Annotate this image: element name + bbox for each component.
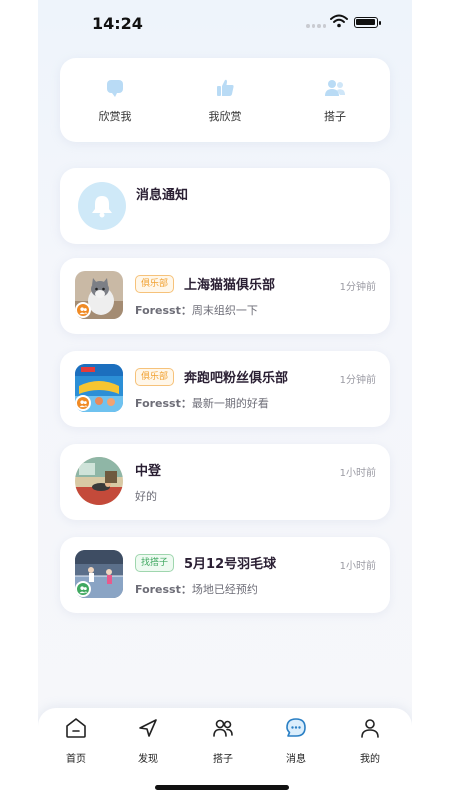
preview-text: 好的	[135, 490, 157, 503]
conversation-preview: Foresst：最新一期的好看	[135, 395, 269, 411]
action-partners[interactable]: 搭子	[280, 58, 390, 142]
profile-icon	[361, 719, 379, 738]
chat-bubble-icon	[107, 80, 123, 97]
thumbs-up-icon	[217, 79, 234, 96]
conversation-time: 1分钟前	[339, 282, 376, 293]
wifi-icon	[330, 14, 348, 28]
quick-actions-card: 欣赏我 我欣赏 搭子	[60, 58, 390, 142]
people-icon	[213, 719, 233, 737]
battery-icon	[354, 17, 381, 28]
tab-label: 搭子	[213, 754, 233, 765]
conversation-name: 中登	[135, 464, 162, 479]
conversation-preview: Foresst：周末组织一下	[135, 302, 258, 318]
tab-label: 首页	[66, 754, 86, 765]
conversation-name: 奔跑吧粉丝俱乐部	[184, 371, 289, 386]
message-icon	[286, 718, 306, 737]
conversation-item[interactable]: 俱乐部 奔跑吧粉丝俱乐部 1分钟前 Foresst：最新一期的好看	[60, 351, 390, 427]
user-avatar	[75, 457, 123, 505]
bell-icon	[92, 196, 112, 218]
tab-profile[interactable]: 我的	[340, 716, 400, 765]
conversation-item[interactable]: 找搭子 5月12号羽毛球 1小时前 Foresst：场地已经预约	[60, 537, 390, 613]
compass-icon	[139, 719, 157, 737]
preview-text: 最新一期的好看	[191, 397, 269, 410]
tab-label: 发现	[138, 754, 158, 765]
action-label: 搭子	[324, 110, 346, 123]
people-icon	[325, 80, 345, 96]
club-tag: 俱乐部	[135, 368, 175, 386]
tab-discover[interactable]: 发现	[118, 716, 178, 765]
notification-title: 消息通知	[136, 188, 189, 203]
group-badge-icon	[75, 302, 91, 318]
status-bar: 14:24	[38, 0, 412, 50]
group-badge-icon	[75, 395, 91, 411]
club-tag: 俱乐部	[135, 275, 175, 293]
preview-text: 周末组织一下	[191, 304, 258, 317]
group-badge-icon	[75, 581, 91, 597]
preview-sender: Foresst：	[135, 397, 192, 410]
conversation-preview: 好的	[135, 488, 157, 504]
status-time: 14:24	[92, 14, 143, 33]
action-label: 欣赏我	[98, 110, 132, 123]
conversation-time: 1小时前	[339, 468, 376, 479]
preview-sender: Foresst：	[135, 304, 192, 317]
home-icon	[66, 718, 86, 738]
home-indicator	[155, 785, 289, 790]
signal-dots-icon	[306, 24, 326, 28]
tab-partners[interactable]: 搭子	[193, 716, 253, 765]
conversation-time: 1小时前	[339, 561, 376, 572]
conversation-name: 5月12号羽毛球	[184, 557, 277, 572]
conversation-item[interactable]: 中登 1小时前 好的	[60, 444, 390, 520]
partner-tag: 找搭子	[135, 554, 175, 572]
preview-text: 场地已经预约	[191, 583, 258, 596]
action-label: 我欣赏	[208, 110, 242, 123]
notification-avatar	[78, 182, 126, 230]
tab-label: 我的	[360, 754, 380, 765]
tab-home[interactable]: 首页	[46, 716, 106, 765]
tab-label: 消息	[286, 754, 306, 765]
action-appreciate-me[interactable]: 欣赏我	[60, 58, 170, 142]
action-i-appreciate[interactable]: 我欣赏	[170, 58, 280, 142]
tab-messages[interactable]: 消息	[266, 716, 326, 765]
conversation-name: 上海猫猫俱乐部	[184, 278, 276, 293]
conversation-item[interactable]: 俱乐部 上海猫猫俱乐部 1分钟前 Foresst：周末组织一下	[60, 258, 390, 334]
conversation-preview: Foresst：场地已经预约	[135, 581, 258, 597]
conversation-time: 1分钟前	[339, 375, 376, 386]
phone-screen: 14:24 欣赏我 我欣赏 搭子 消息通知 俱乐部 上海猫猫俱乐部 1分钟前 F…	[38, 0, 412, 800]
preview-sender: Foresst：	[135, 583, 192, 596]
notification-card[interactable]: 消息通知	[60, 168, 390, 244]
